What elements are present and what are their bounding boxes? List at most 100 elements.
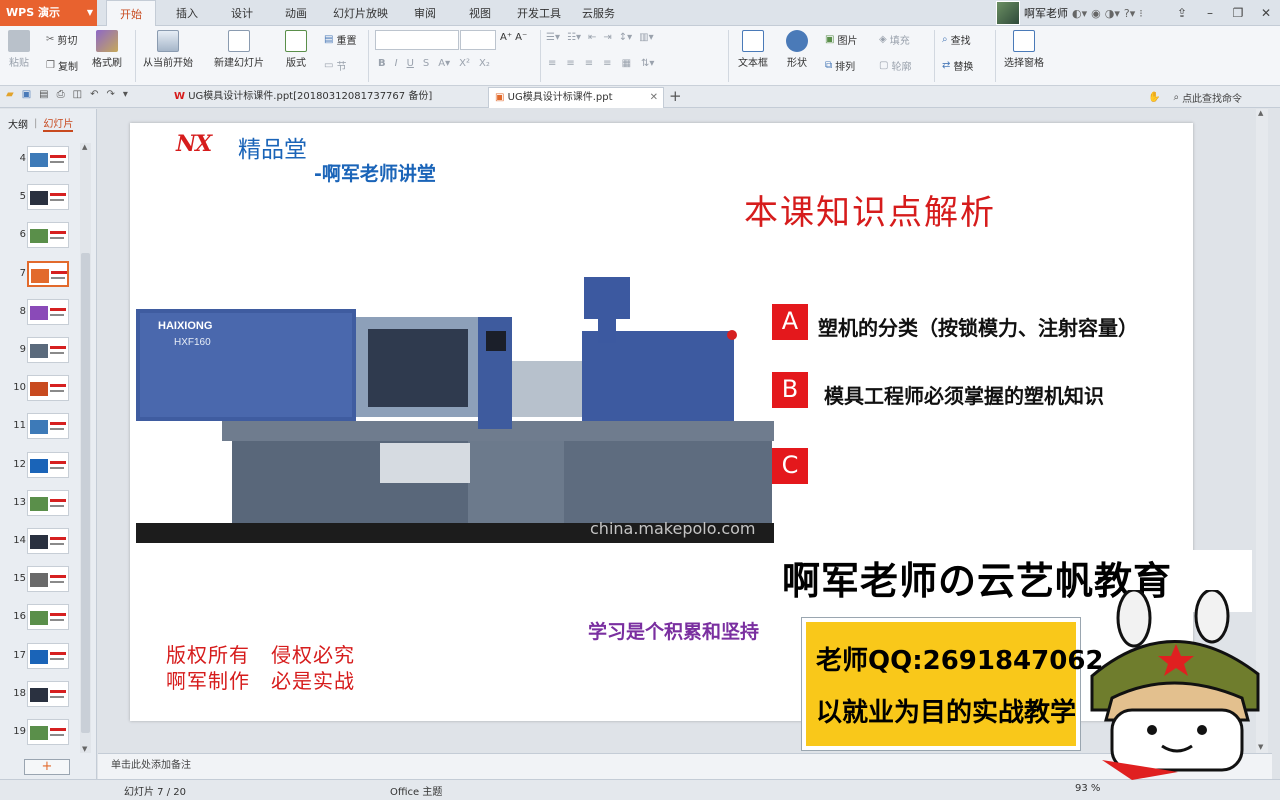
replace-button[interactable]: ⇄ 替换 (942, 58, 973, 73)
format-painter-button[interactable]: 格式刷 (92, 30, 122, 69)
tab-outline[interactable]: 大纲 (8, 116, 28, 131)
thumbnail-preview[interactable] (27, 528, 69, 554)
font-size-select[interactable] (460, 30, 496, 50)
strikethrough-icon[interactable]: S (423, 58, 429, 69)
add-slide-button[interactable]: + (24, 759, 70, 775)
redo-icon[interactable]: ↷ (106, 89, 114, 100)
align-center-icon[interactable]: ≡ (566, 58, 574, 69)
thumbnail-preview[interactable] (27, 642, 69, 669)
print-preview-icon[interactable]: ◫ (73, 89, 82, 100)
indent-decrease-icon[interactable]: ⇤ (588, 32, 596, 43)
tab-view[interactable]: 视图 (469, 0, 491, 26)
thumbnail-preview[interactable] (27, 337, 69, 363)
skin-icon[interactable]: ◐▾ (1072, 7, 1087, 20)
thumbnail-preview[interactable] (27, 375, 69, 402)
new-slide-button[interactable]: 新建幻灯片 (214, 30, 264, 69)
slide-thumbnail-10[interactable]: 10 (0, 374, 80, 404)
bullet-list-icon[interactable]: ☰▾ (546, 32, 560, 43)
line-spacing-icon[interactable]: ↕▾ (619, 32, 632, 43)
slide-thumbnail-7[interactable]: 7 (0, 260, 80, 290)
slide-thumbnail-15[interactable]: 15 (0, 565, 80, 595)
share-icon[interactable]: ◑▾ (1105, 7, 1120, 20)
slide-thumbnail-18[interactable]: 18 (0, 680, 80, 710)
thumbnail-preview[interactable] (27, 451, 69, 478)
section-button[interactable]: ▭ 节 (324, 58, 346, 73)
thumbnail-preview[interactable] (27, 222, 69, 249)
find-button[interactable]: ⌕ 查找 (942, 32, 971, 47)
tab-animation[interactable]: 动画 (285, 0, 307, 26)
text-box-button[interactable]: 文本框 (738, 30, 768, 69)
customize-icon[interactable]: ▾ (123, 89, 128, 100)
tab-cloud[interactable]: 云服务 (582, 0, 615, 26)
doc-tab-active[interactable]: ▣ UG模具设计标课件.ppt ✕ (488, 87, 664, 108)
justify-icon[interactable]: ≡ (603, 58, 611, 69)
thumbnail-preview[interactable] (27, 566, 69, 593)
tab-home[interactable]: 开始 (106, 0, 156, 26)
play-from-current-button[interactable]: 从当前开始 (143, 30, 193, 69)
font-grow-shrink[interactable]: A⁺ A⁻ (500, 32, 527, 43)
more-icon[interactable]: ⁝ (1139, 7, 1143, 20)
slide-thumbnail-19[interactable]: 19 (0, 718, 80, 748)
slide-thumbnail-16[interactable]: 16 (0, 603, 80, 633)
column-icon[interactable]: ▥▾ (639, 32, 653, 43)
thumbnail-scrollbar[interactable]: ▲ ▼ (80, 143, 91, 753)
tab-developer[interactable]: 开发工具 (517, 0, 561, 26)
slide-thumbnail-13[interactable]: 13 (0, 489, 80, 519)
thumbnail-preview[interactable] (27, 413, 69, 440)
new-tab-icon[interactable]: + (669, 87, 682, 105)
slide-thumbnail-17[interactable]: 17 (0, 642, 80, 672)
arrange-button[interactable]: ⧉ 排列 (825, 58, 855, 73)
font-shrink-icon[interactable]: A⁻ (515, 32, 527, 43)
numbered-list-icon[interactable]: ☷▾ (567, 32, 581, 43)
scroll-down-icon[interactable]: ▼ (82, 745, 87, 753)
thumbnail-preview[interactable] (27, 260, 69, 287)
slide-thumbnail-4[interactable]: 4 (0, 145, 80, 175)
slide-thumbnail-8[interactable]: 8 (0, 298, 80, 328)
indent-increase-icon[interactable]: ⇥ (603, 32, 611, 43)
export-icon[interactable]: ▤ (39, 89, 48, 100)
wps-app-menu-button[interactable]: WPS 演示 ▼ (0, 0, 97, 26)
selection-pane-button[interactable]: 选择窗格 (1004, 30, 1044, 69)
help-icon[interactable]: ?▾ (1124, 7, 1135, 20)
italic-icon[interactable]: I (395, 58, 398, 69)
open-folder-icon[interactable]: ▰ (6, 89, 14, 100)
slide-thumbnail-12[interactable]: 12 (0, 451, 80, 481)
align-right-icon[interactable]: ≡ (585, 58, 593, 69)
tab-review[interactable]: 审阅 (414, 0, 436, 26)
outline-button[interactable]: ▢ 轮廓 (879, 58, 911, 73)
slide-thumbnail-14[interactable]: 14 (0, 527, 80, 557)
doc-tab-backup[interactable]: W UG模具设计标课件.ppt[20180312081737767 备份] (168, 87, 486, 108)
close-icon[interactable]: ✕ (650, 88, 658, 108)
command-search[interactable]: ✋ ⌕ 点此查找命令 (1148, 90, 1242, 105)
thumbnail-preview[interactable] (27, 298, 69, 325)
bold-icon[interactable]: B (378, 58, 386, 69)
thumbnail-preview[interactable] (27, 489, 69, 516)
user-area[interactable]: 啊军老师 ◐▾ ◉ ◑▾ ?▾ ⁝ (996, 0, 1143, 26)
font-grow-icon[interactable]: A⁺ (500, 32, 512, 43)
superscript-icon[interactable]: X² (459, 58, 470, 69)
cloud-sync-icon[interactable]: ◉ (1091, 7, 1101, 20)
tab-slides[interactable]: 幻灯片 (43, 115, 74, 132)
avatar[interactable] (996, 1, 1020, 25)
picture-button[interactable]: ▣ 图片 (825, 32, 857, 47)
scroll-up-icon[interactable]: ▲ (82, 143, 87, 151)
tab-slideshow[interactable]: 幻灯片放映 (333, 0, 388, 26)
minimize-icon[interactable]: – (1196, 0, 1224, 26)
scroll-up-icon[interactable]: ▲ (1258, 109, 1263, 117)
tab-design[interactable]: 设计 (231, 0, 253, 26)
copy-button[interactable]: ❐ 复制 (46, 58, 78, 73)
subscript-icon[interactable]: X₂ (479, 58, 490, 69)
thumbnail-preview[interactable] (27, 719, 69, 745)
pin-icon[interactable]: ✋ (1148, 92, 1160, 103)
restore-icon[interactable]: ❐ (1224, 0, 1252, 26)
close-icon[interactable]: ✕ (1252, 0, 1280, 26)
cut-button[interactable]: ✂ 剪切 (46, 32, 77, 47)
slide-thumbnail-11[interactable]: 11 (0, 412, 80, 442)
align-left-icon[interactable]: ≡ (548, 58, 556, 69)
text-direction-icon[interactable]: ⇅▾ (641, 58, 654, 69)
thumbnail-preview[interactable] (27, 680, 69, 707)
tab-insert[interactable]: 插入 (176, 0, 198, 26)
slide-thumbnail-9[interactable]: 9 (0, 336, 80, 366)
save-icon[interactable]: ▣ (22, 89, 31, 100)
user-name[interactable]: 啊军老师 (1024, 5, 1068, 21)
